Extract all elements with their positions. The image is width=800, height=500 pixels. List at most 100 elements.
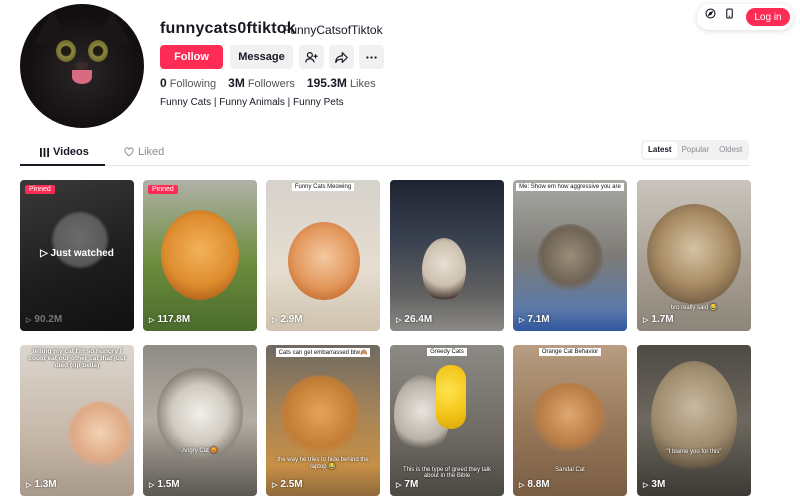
- view-count: ▷ 3M: [643, 479, 665, 490]
- heart-lock-icon: [124, 147, 134, 157]
- play-icon: ▷: [149, 481, 155, 489]
- video-thumbnail[interactable]: Pinned ▷ Just watched ▷ 90.2M: [20, 180, 134, 331]
- tab-liked[interactable]: Liked: [124, 146, 164, 158]
- view-count: ▷ 7.1M: [519, 314, 550, 325]
- video-caption: Cats can get embarrassed btw🙈: [266, 348, 380, 357]
- tab-liked-label: Liked: [138, 146, 165, 158]
- avatar-ear-right: [94, 10, 130, 44]
- play-icon: ▷: [519, 481, 525, 489]
- view-count: ▷ 8.8M: [519, 479, 550, 490]
- likes-count: 195.3M: [306, 76, 347, 90]
- video-thumbnail[interactable]: Me: Show em how aggressive you are ▷ 7.1M: [513, 180, 627, 331]
- cat-image: [280, 375, 360, 459]
- play-icon: ▷: [272, 316, 278, 324]
- video-caption: Orange Cat Behavior: [513, 348, 627, 356]
- video-thumbnail[interactable]: Greedy Cats This is the type of greed th…: [390, 345, 504, 496]
- profile-avatar: [20, 4, 144, 128]
- avatar-eye-right: [88, 40, 108, 62]
- video-thumbnail[interactable]: bro really said 😂 ▷ 1.7M: [637, 180, 751, 331]
- sort-latest[interactable]: Latest: [643, 142, 677, 158]
- video-thumbnail[interactable]: Cats can get embarrassed btw🙈 the way he…: [266, 345, 380, 496]
- video-caption: Me: Show em how aggressive you are: [513, 183, 627, 191]
- avatar-mouth: [72, 70, 92, 84]
- following-count: 0: [160, 76, 167, 90]
- more-options-button[interactable]: [359, 45, 384, 69]
- followers-stat[interactable]: 3M Followers: [228, 76, 295, 90]
- view-count-value: 90.2M: [34, 314, 63, 325]
- add-friend-button[interactable]: [299, 45, 324, 69]
- sort-popular[interactable]: Popular: [677, 142, 715, 158]
- likes-label: Likes: [349, 78, 376, 90]
- view-count: ▷ 7M: [396, 479, 418, 490]
- view-count-value: 117.8M: [157, 314, 191, 325]
- video-caption: "I blame you for this": [666, 449, 722, 455]
- video-thumbnail[interactable]: Funny Cats Meowing ▷ 2.9M: [266, 180, 380, 331]
- view-count: ▷ 117.8M: [149, 314, 190, 325]
- cat-image: [537, 224, 603, 294]
- video-caption: Greedy Cats: [390, 348, 504, 356]
- following-label: Following: [169, 78, 217, 90]
- play-icon: ▷: [26, 481, 32, 489]
- play-icon: ▷: [643, 316, 649, 324]
- video-thumbnail[interactable]: ▷ 26.4M: [390, 180, 504, 331]
- cat-image: [161, 210, 239, 300]
- message-button[interactable]: Message: [230, 45, 293, 69]
- just-watched-overlay: ▷ Just watched: [40, 248, 114, 259]
- view-count-value: 7M: [404, 479, 419, 490]
- tab-videos[interactable]: Videos: [40, 146, 89, 158]
- grid-icon: [40, 147, 49, 157]
- video-caption: Funny Cats Meowing: [266, 183, 380, 191]
- video-caption-text: Funny Cats Meowing: [291, 183, 355, 191]
- cat-image: [651, 361, 737, 477]
- video-thumbnail[interactable]: telling my cat I'm so hungry I could eat…: [20, 345, 134, 496]
- sort-oldest[interactable]: Oldest: [714, 142, 747, 158]
- profile-nickname: FunnyCatsofTiktok: [283, 23, 383, 37]
- cat-image: [647, 204, 741, 304]
- corn-image: [436, 365, 466, 429]
- video-thumbnail[interactable]: "I blame you for this" ▷ 3M: [637, 345, 751, 496]
- video-caption-secondary: This is the type of greed they talk abou…: [402, 467, 492, 479]
- video-thumbnail[interactable]: Angry Cat 😡 ▷ 1.5M: [143, 345, 257, 496]
- follow-button[interactable]: Follow: [160, 45, 223, 69]
- avatar-nose: [76, 62, 88, 70]
- cat-image: [422, 238, 466, 302]
- login-button[interactable]: Log in: [746, 8, 790, 26]
- video-caption-secondary: the way he tries to hide behind the lapt…: [277, 457, 369, 470]
- video-caption: bro really said 😂: [670, 305, 718, 311]
- video-thumbnail[interactable]: Pinned ▷ 117.8M: [143, 180, 257, 331]
- video-caption: telling my cat I'm so hungry I could eat…: [28, 348, 126, 369]
- following-stat[interactable]: 0 Following: [160, 76, 216, 90]
- more-icon: [366, 55, 377, 59]
- view-count-value: 1.7M: [651, 314, 674, 325]
- play-icon: ▷: [396, 481, 402, 489]
- view-count: ▷ 2.5M: [272, 479, 303, 490]
- view-count-value: 1.5M: [157, 479, 180, 490]
- view-count-value: 8.8M: [527, 479, 550, 490]
- tabs-divider: [20, 165, 750, 166]
- mobile-app-icon[interactable]: [723, 7, 735, 19]
- view-count: ▷ 26.4M: [396, 314, 432, 325]
- play-icon: ▷: [272, 481, 278, 489]
- tab-videos-label: Videos: [53, 146, 89, 158]
- view-count-value: 2.5M: [280, 479, 303, 490]
- add-user-icon: [305, 51, 318, 62]
- cat-image: [288, 222, 360, 300]
- view-count-value: 7.1M: [527, 314, 550, 325]
- compass-icon[interactable]: [704, 7, 716, 19]
- avatar-eye-left: [56, 40, 76, 62]
- video-caption-secondary: Sandal Cat: [555, 467, 585, 473]
- view-count: ▷ 2.9M: [272, 314, 303, 325]
- profile-bio: Funny Cats | Funny Animals | Funny Pets: [160, 97, 344, 108]
- share-icon: [335, 51, 348, 63]
- share-button[interactable]: [329, 45, 354, 69]
- video-caption-text: Cats can get embarrassed btw🙈: [275, 348, 371, 357]
- view-count-value: 2.9M: [280, 314, 303, 325]
- video-thumbnail[interactable]: Orange Cat Behavior Sandal Cat ▷ 8.8M: [513, 345, 627, 496]
- just-watched-label: Just watched: [50, 248, 114, 259]
- pinned-badge: Pinned: [148, 185, 178, 194]
- view-count-value: 3M: [651, 479, 666, 490]
- view-count: ▷ 1.5M: [149, 479, 180, 490]
- video-caption-text: Orange Cat Behavior: [538, 348, 602, 356]
- followers-label: Followers: [247, 78, 295, 90]
- active-tab-indicator: [20, 164, 105, 166]
